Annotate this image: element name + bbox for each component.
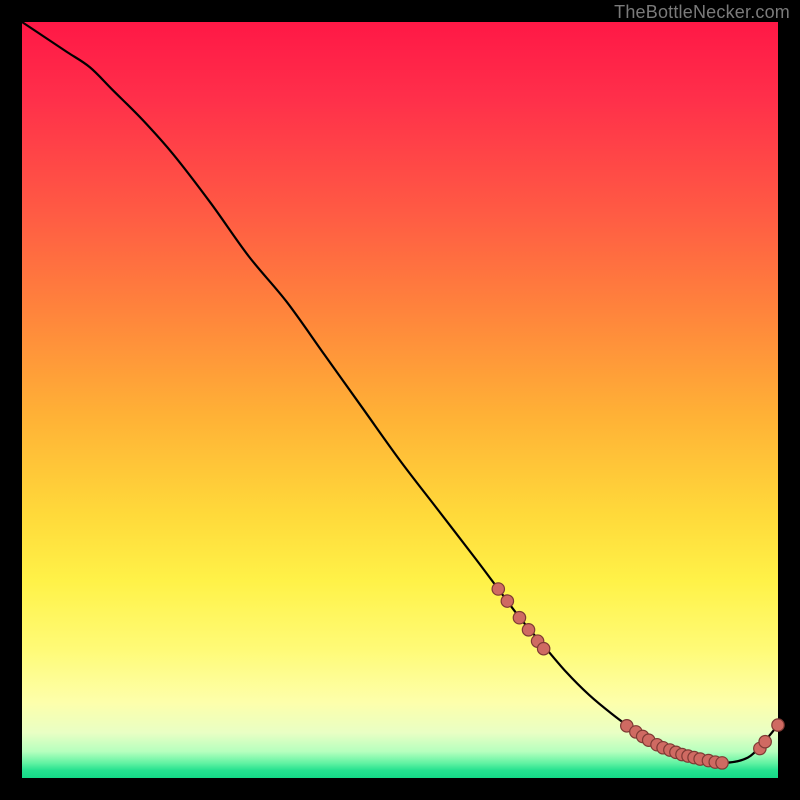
data-marker <box>759 736 771 748</box>
plot-area <box>22 22 778 778</box>
marker-layer <box>492 583 784 769</box>
curve-line <box>22 22 778 763</box>
chart-svg <box>22 22 778 778</box>
data-marker <box>522 624 534 636</box>
data-marker <box>537 643 549 655</box>
data-marker <box>513 612 525 624</box>
chart-stage: TheBottleNecker.com <box>0 0 800 800</box>
data-marker <box>716 757 728 769</box>
data-marker <box>501 595 513 607</box>
watermark-text: TheBottleNecker.com <box>614 2 790 23</box>
data-marker <box>772 719 784 731</box>
data-marker <box>492 583 504 595</box>
